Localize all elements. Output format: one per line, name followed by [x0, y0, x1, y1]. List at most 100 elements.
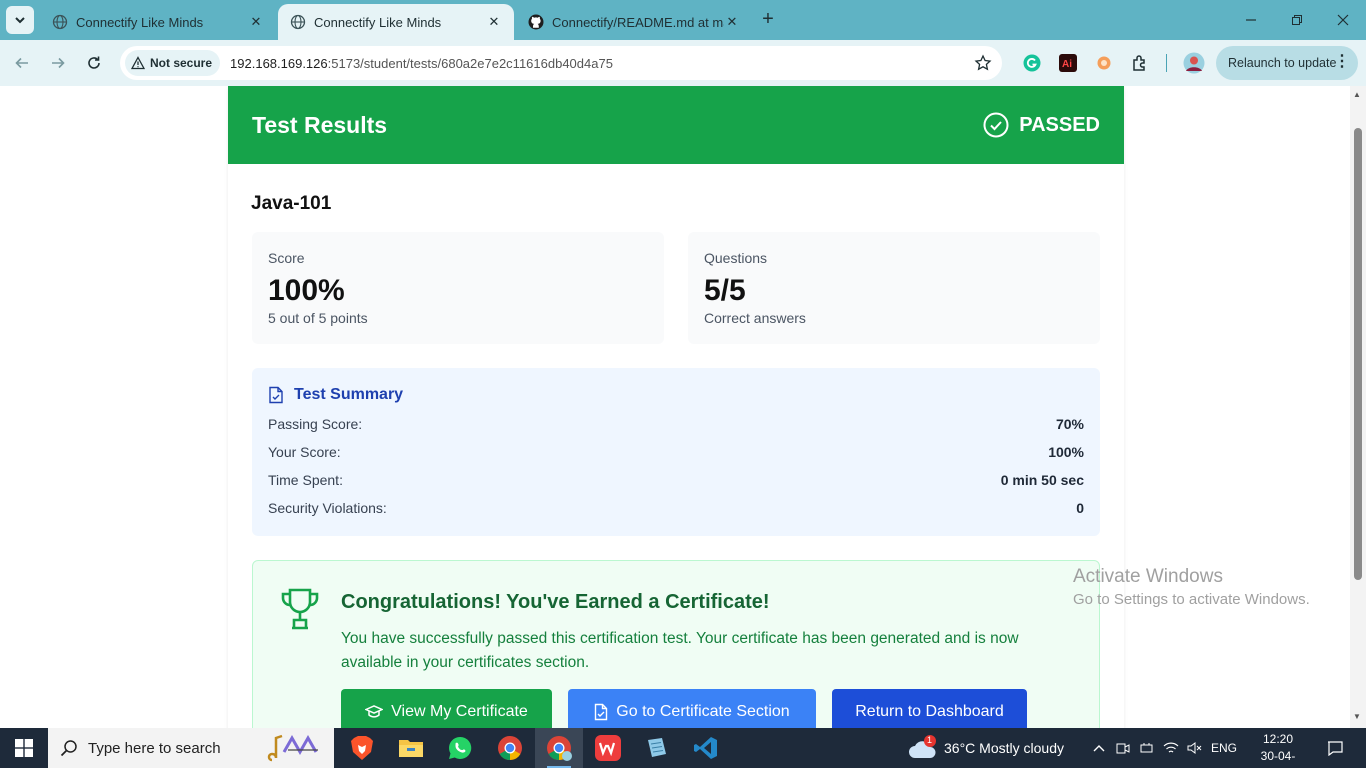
- brave-browser-taskbar-icon[interactable]: [338, 728, 386, 768]
- notepad-taskbar-icon[interactable]: [633, 728, 681, 768]
- minimize-icon: [1246, 19, 1256, 21]
- github-icon: [528, 14, 544, 30]
- check-circle-icon: [983, 112, 1009, 138]
- more-menu-icon[interactable]: ⋮: [1334, 54, 1350, 70]
- arrow-right-icon: [52, 57, 65, 69]
- file-explorer-taskbar-icon[interactable]: [387, 728, 435, 768]
- close-window-button[interactable]: [1320, 0, 1366, 40]
- close-tab-icon[interactable]: ✕: [486, 14, 502, 30]
- questions-value: 5/5: [704, 274, 746, 307]
- tab-title: Connectify Like Minds: [76, 14, 204, 30]
- chrome-taskbar-icon[interactable]: [486, 728, 534, 768]
- forward-button[interactable]: [46, 51, 70, 75]
- weather-badge: 1: [927, 735, 933, 745]
- start-button[interactable]: [0, 728, 48, 768]
- toolbar-divider: [1166, 54, 1167, 72]
- new-tab-button[interactable]: +: [758, 9, 778, 30]
- summary-title: Test Summary: [294, 386, 404, 403]
- status-badge: PASSED: [983, 112, 1100, 138]
- summary-value: 70%: [1055, 416, 1084, 432]
- activate-windows-watermark: Activate Windows Go to Settings to activ…: [1073, 566, 1310, 608]
- weather-widget[interactable]: 1 36°C Mostly cloudy: [908, 728, 1064, 768]
- url-path: :5173/student/tests/680a2e7e2c11616db40d…: [327, 55, 613, 71]
- meet-now-icon[interactable]: [1112, 728, 1134, 768]
- graduation-cap-icon: [365, 705, 384, 718]
- chevron-down-icon: [15, 17, 25, 24]
- relaunch-to-update-button[interactable]: Relaunch to update ⋮: [1216, 46, 1358, 80]
- windows-taskbar: Type here to search 1 36°C Mostly cloudy…: [0, 728, 1366, 768]
- input-language[interactable]: ENG: [1208, 728, 1240, 768]
- scroll-down-arrow-icon[interactable]: ▼: [1353, 712, 1361, 721]
- summary-label: Passing Score:: [268, 416, 363, 432]
- view-my-certificate-button[interactable]: View My Certificate: [341, 689, 552, 728]
- browser-tab-2-active[interactable]: Connectify Like Minds ✕: [278, 4, 514, 40]
- document-check-icon: [269, 386, 283, 404]
- questions-sub: Correct answers: [704, 310, 806, 326]
- search-icon: [60, 740, 77, 757]
- summary-row-passing-score: Passing Score: 70%: [268, 416, 1084, 432]
- test-summary-panel: Test Summary Passing Score: 70% Your Scor…: [252, 368, 1100, 536]
- show-hidden-icons-chevron-up-icon[interactable]: [1088, 728, 1110, 768]
- scroll-up-arrow-icon[interactable]: ▲: [1353, 90, 1361, 99]
- reload-button[interactable]: [82, 51, 106, 75]
- browser-tab-1[interactable]: Connectify Like Minds ✕: [40, 4, 276, 40]
- chrome-profile-taskbar-icon-active[interactable]: [535, 728, 583, 768]
- windows-logo-icon: [15, 739, 33, 757]
- go-to-certificate-section-button[interactable]: Go to Certificate Section: [568, 689, 816, 728]
- page-scrollbar[interactable]: ▲ ▼: [1350, 86, 1366, 728]
- scrollbar-thumb[interactable]: [1354, 128, 1362, 580]
- battery-plug-icon[interactable]: [1136, 728, 1158, 768]
- taskbar-clock[interactable]: 12:20 30-04-2025: [1252, 731, 1304, 768]
- summary-row-security-violations: Security Violations: 0: [268, 500, 1084, 516]
- test-name: Java-101: [251, 193, 332, 214]
- close-icon: [1337, 14, 1349, 26]
- summary-label: Your Score:: [268, 444, 341, 460]
- back-button[interactable]: [10, 51, 34, 75]
- summary-label: Security Violations:: [268, 500, 387, 516]
- certificate-panel: Congratulations! You've Earned a Certifi…: [252, 560, 1100, 728]
- button-label: Return to Dashboard: [855, 703, 1004, 720]
- profile-avatar[interactable]: [1182, 51, 1206, 75]
- volume-muted-icon[interactable]: [1184, 728, 1206, 768]
- score-label: Score: [268, 250, 305, 266]
- taskbar-search-box[interactable]: Type here to search: [48, 728, 334, 768]
- restore-button[interactable]: [1274, 0, 1320, 40]
- browser-tab-3[interactable]: Connectify/README.md at main ✕: [516, 4, 752, 40]
- trophy-icon: [279, 587, 321, 636]
- summary-row-time-spent: Time Spent: 0 min 50 sec: [268, 472, 1084, 488]
- wifi-icon[interactable]: [1160, 728, 1182, 768]
- browser-tab-strip: Connectify Like Minds ✕ Connectify Like …: [0, 0, 1366, 40]
- adobe-acrobat-extension-icon[interactable]: Ai: [1057, 52, 1079, 74]
- reload-icon: [88, 56, 100, 69]
- svg-text:Ai: Ai: [1062, 59, 1072, 70]
- summary-value: 0: [1076, 500, 1084, 516]
- questions-label: Questions: [704, 250, 768, 266]
- vscode-taskbar-icon[interactable]: [682, 728, 730, 768]
- clock-date: 30-04-2025: [1260, 749, 1296, 768]
- score-points: 5 out of 5 points: [268, 310, 368, 326]
- url-text[interactable]: 192.168.169.126:5173/student/tests/680a2…: [230, 56, 613, 71]
- whatsapp-taskbar-icon[interactable]: [436, 728, 484, 768]
- return-to-dashboard-button[interactable]: Return to Dashboard: [832, 689, 1027, 728]
- close-tab-icon[interactable]: ✕: [248, 14, 264, 30]
- wps-office-taskbar-icon[interactable]: [584, 728, 632, 768]
- results-header: Test Results PASSED: [228, 86, 1124, 164]
- document-check-icon: [595, 703, 608, 721]
- close-tab-icon[interactable]: ✕: [724, 14, 740, 30]
- grammarly-extension-icon[interactable]: [1021, 52, 1043, 74]
- browser-toolbar: Not secure 192.168.169.126:5173/student/…: [0, 40, 1366, 86]
- honey-extension-icon[interactable]: [1093, 52, 1115, 74]
- summary-label: Time Spent:: [268, 472, 343, 488]
- button-label: View My Certificate: [391, 703, 528, 720]
- tab-search-button[interactable]: [6, 6, 34, 34]
- bookmark-star-icon[interactable]: [974, 54, 992, 77]
- score-box: Score 100% 5 out of 5 points: [252, 232, 664, 344]
- summary-row-your-score: Your Score: 100%: [268, 444, 1084, 460]
- extensions-puzzle-icon[interactable]: [1129, 52, 1151, 74]
- address-bar[interactable]: Not secure 192.168.169.126:5173/student/…: [120, 46, 1002, 80]
- security-chip[interactable]: Not secure: [125, 50, 221, 76]
- notifications-icon[interactable]: [1320, 728, 1350, 768]
- minimize-button[interactable]: [1228, 0, 1274, 40]
- summary-heading: Test Summary: [268, 386, 1084, 404]
- globe-icon: [52, 14, 68, 30]
